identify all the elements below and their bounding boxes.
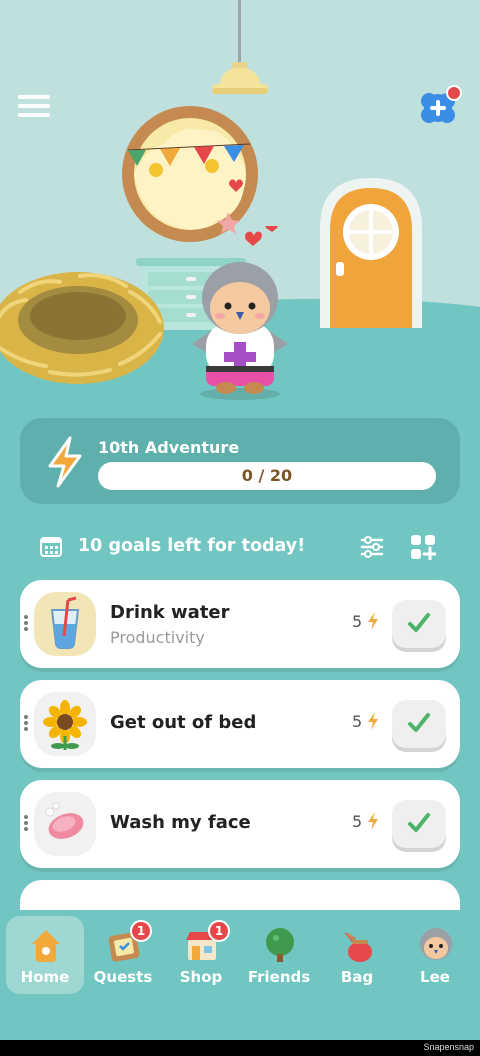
nav-profile[interactable]: Lee [396, 916, 474, 994]
add-goal-grid-icon[interactable] [410, 534, 436, 560]
menu-button[interactable] [14, 90, 54, 122]
adventure-card[interactable] [20, 418, 460, 504]
nav-shop[interactable]: 1 Shop [162, 916, 240, 994]
wall-mirror-icon [122, 106, 258, 242]
bottom-system-bar [0, 1040, 480, 1056]
nav-label: Friends [247, 968, 311, 986]
drag-handle-icon[interactable] [24, 814, 30, 834]
nav-label: Lee [420, 968, 450, 986]
lamp-cord [238, 0, 241, 66]
nav-label: Shop [179, 968, 223, 986]
task-points: 5 [352, 812, 363, 831]
adventure-title: 10th Adventure [98, 438, 240, 457]
lightning-icon [48, 436, 82, 488]
soap-icon [45, 802, 84, 839]
checkmark-icon [408, 813, 430, 832]
shop-badge: 1 [208, 920, 230, 942]
points-lightning-icon [368, 812, 378, 830]
task-card[interactable]: Wash my face 5 [20, 780, 460, 868]
bottom-nav: Home 1 Quests 1 Shop Friends Bag Lee [0, 910, 480, 1040]
complete-task-button[interactable] [392, 600, 446, 648]
nav-bag[interactable]: Bag [318, 916, 396, 994]
penguin-character-icon [192, 226, 288, 400]
task-thumbnail [34, 592, 96, 656]
adventure-progress-bar: 0 / 20 [98, 462, 436, 490]
task-card[interactable]: Get out of bed 5 [20, 680, 460, 768]
ceiling-lamp-icon [212, 62, 268, 94]
sunflower-icon [43, 700, 87, 750]
goals-left-text: 10 goals left for today! [78, 536, 306, 556]
complete-task-button[interactable] [392, 800, 446, 848]
quests-badge: 1 [130, 920, 152, 942]
filter-sliders-icon[interactable] [360, 536, 384, 558]
house-icon [32, 930, 60, 962]
task-points: 5 [352, 712, 363, 731]
checkmark-icon [408, 613, 430, 632]
goals-header: 10 goals left for today! [0, 528, 480, 566]
drag-handle-icon[interactable] [24, 714, 30, 734]
task-title: Get out of bed [110, 712, 257, 733]
avatar-icon [420, 928, 452, 960]
nav-label: Home [20, 968, 70, 986]
points-lightning-icon [368, 612, 378, 630]
door-icon [320, 178, 422, 328]
task-card[interactable]: Drink water Productivity 5 [20, 580, 460, 668]
adventure-progress-text: 0 / 20 [241, 466, 293, 485]
nav-label: Quests [93, 968, 153, 986]
task-category: Productivity [110, 628, 205, 647]
bag-icon [344, 932, 372, 962]
complete-task-button[interactable] [392, 700, 446, 748]
nav-home[interactable]: Home [6, 916, 84, 994]
watermark: Snapensnap [423, 1042, 474, 1052]
task-thumbnail [34, 692, 96, 756]
nav-quests[interactable]: 1 Quests [84, 916, 162, 994]
nest-bed-icon [0, 272, 164, 384]
drag-handle-icon[interactable] [24, 614, 30, 634]
tree-icon [266, 928, 294, 962]
nav-friends[interactable]: Friends [240, 916, 318, 994]
calendar-icon[interactable] [40, 537, 62, 557]
add-friend-button[interactable] [418, 84, 464, 128]
points-lightning-icon [368, 712, 378, 730]
task-title: Wash my face [110, 812, 251, 833]
nav-label: Bag [340, 968, 374, 986]
task-title: Drink water [110, 602, 230, 623]
room-scene [0, 0, 480, 420]
task-thumbnail [34, 792, 96, 856]
checkmark-icon [408, 713, 430, 732]
task-points: 5 [352, 612, 363, 631]
water-glass-icon [50, 596, 80, 649]
